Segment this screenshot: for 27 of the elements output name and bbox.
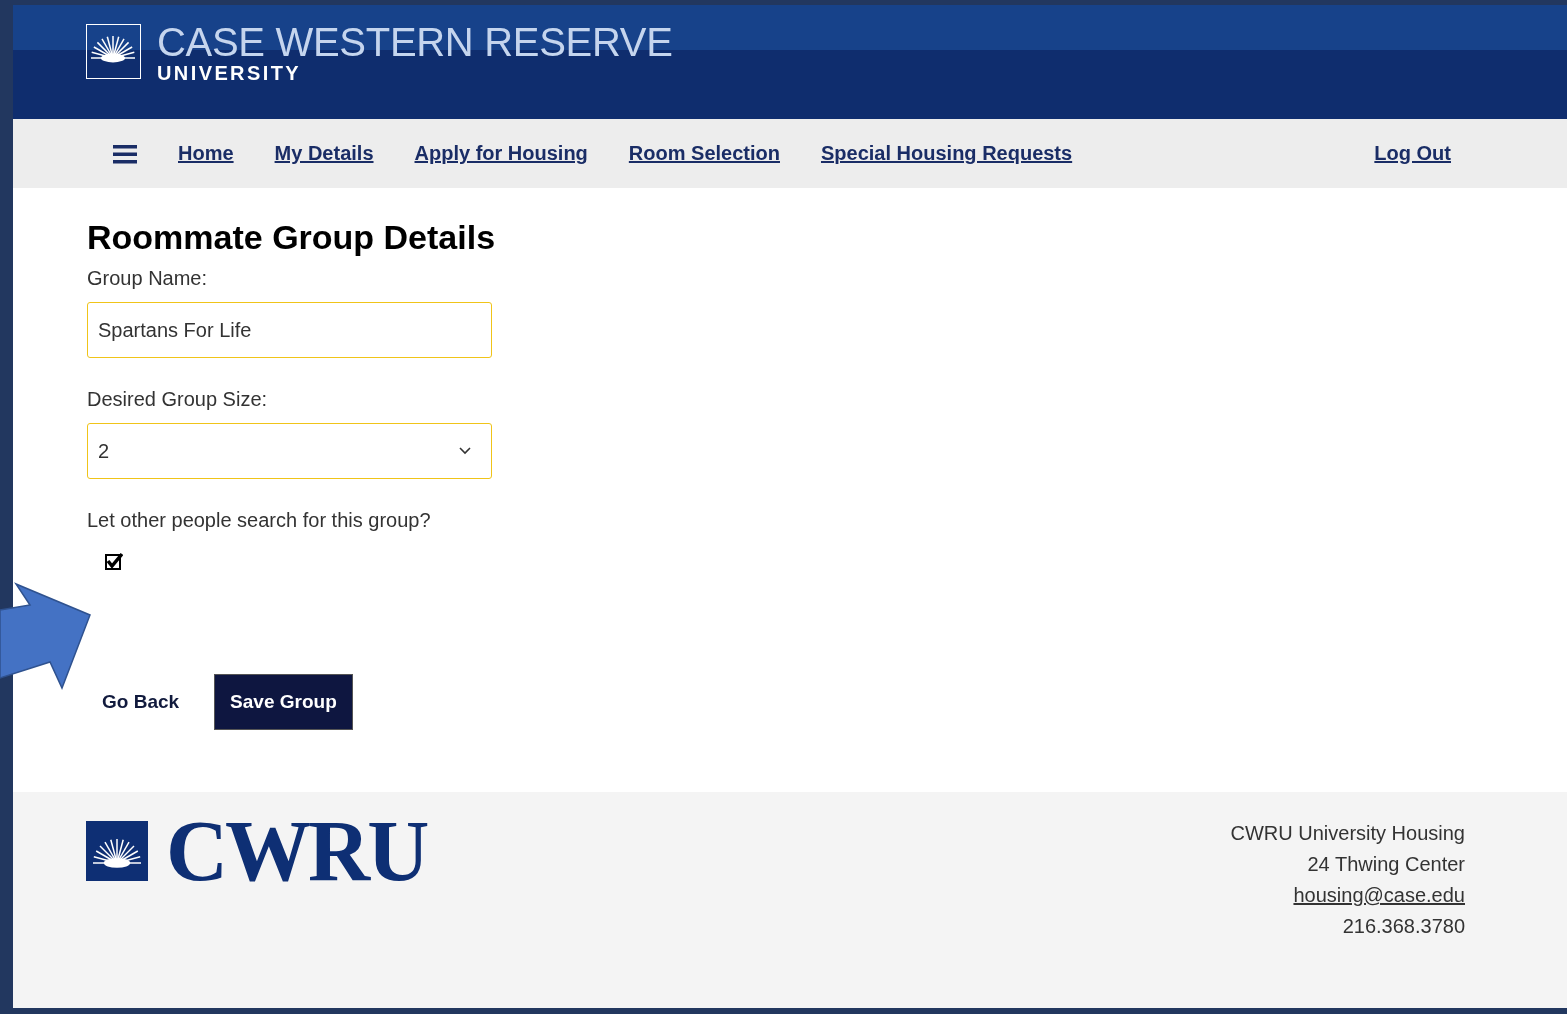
nav-link[interactable]: Apply for Housing [414, 142, 588, 165]
sunburst-logo-icon [86, 24, 141, 79]
save-button[interactable]: Save Group [214, 674, 353, 730]
text-field[interactable]: Spartans For Life [87, 302, 492, 358]
dropdown-value: 2 [98, 439, 110, 463]
nav-link[interactable]: Special Housing Requests [821, 142, 1073, 165]
logo-title: CASE WESTERN RESERVE [157, 24, 673, 60]
field-label: Desired Group Size: [87, 388, 269, 411]
nav-link[interactable]: Room Selection [628, 142, 780, 165]
menu-icon [113, 143, 137, 164]
caret-icon [459, 447, 471, 455]
logo-subtitle: UNIVERSITY [157, 61, 303, 86]
contact-text: 24 Thwing Center [1307, 853, 1465, 876]
contact-text: 216.368.3780 [1342, 915, 1465, 938]
logo-wordmark: CWRU [166, 818, 427, 884]
contact-text: CWRU University Housing [1230, 822, 1465, 845]
page-title: Roommate Group Details [87, 218, 497, 257]
logout-link[interactable]: Log Out [1374, 142, 1451, 165]
nav-link[interactable]: Home [178, 142, 234, 165]
checkbox[interactable] [105, 552, 123, 570]
field-label: Group Name: [87, 267, 209, 290]
sunburst-logo-icon [86, 821, 148, 881]
nav-link[interactable]: My Details [274, 142, 374, 165]
dropdown-field[interactable]: 2 [87, 423, 492, 479]
email-link[interactable]: housing@case.edu [1293, 884, 1465, 907]
back-button[interactable]: Go Back [87, 674, 195, 730]
field-label: Let other people search for this group? [87, 509, 432, 532]
